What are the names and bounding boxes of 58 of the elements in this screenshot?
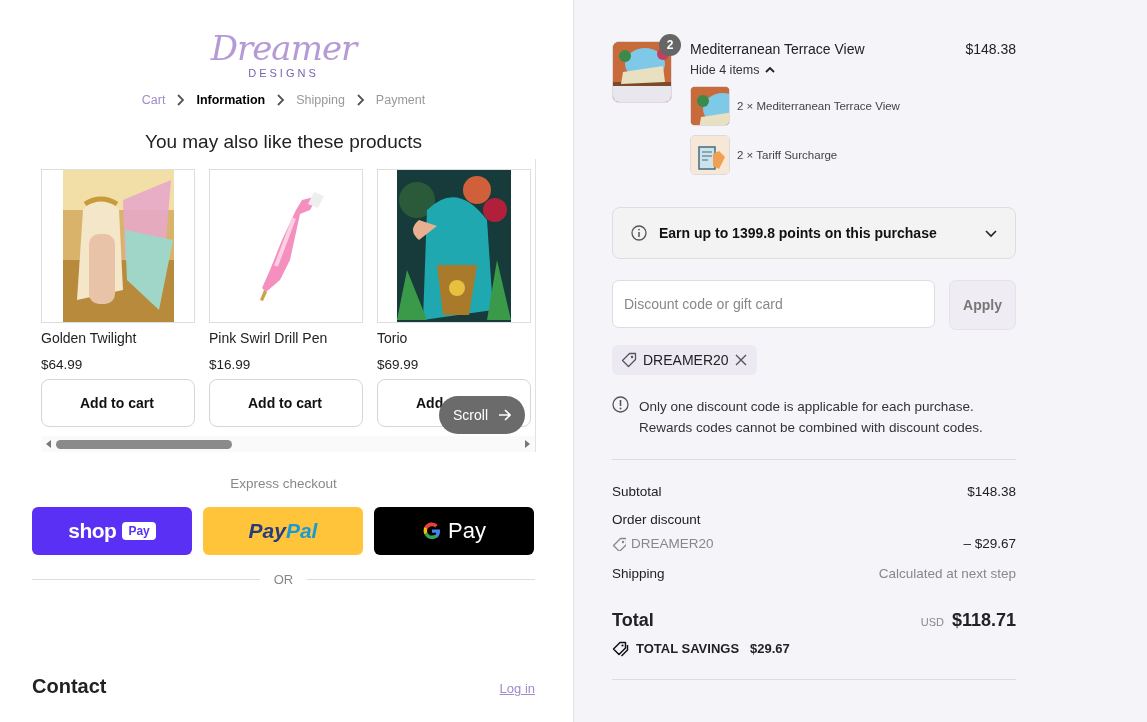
component-label: 2 × Tariff Surcharge [737,149,838,161]
arrow-right-icon [498,409,511,421]
total-value: $118.71 [951,610,1016,631]
tags-icon [612,640,629,657]
scroll-left-icon[interactable] [45,439,52,449]
product-price: $16.99 [209,357,252,372]
express-checkout-label: Express checkout [229,476,338,491]
notice-text: Only one discount code is applicable for each purchase. [639,398,975,416]
shop-pay-button[interactable]: shop Pay [32,507,192,555]
horizontal-scrollbar[interactable] [41,436,535,452]
close-icon [734,354,747,366]
summary-label: Shipping [612,566,665,581]
quantity-badge: 2 [659,34,681,56]
add-to-cart-button[interactable]: Add to cart [41,379,195,427]
chevron-right-icon [176,94,186,106]
logo-wordmark: Dreamer [210,30,357,66]
chevron-right-icon [276,94,286,106]
toggle-items-button[interactable]: Hide 4 items [690,63,776,77]
product-price: $69.99 [377,357,420,372]
chevron-right-icon [355,94,365,106]
google-g-icon [422,521,443,541]
breadcrumb-step[interactable]: Information [196,93,266,107]
component-label: 2 × Mediterranean Terrace View [737,100,900,112]
savings-value: $29.67 [750,641,790,656]
discount-code-field[interactable]: Discount code or gift card [612,280,935,328]
product-name: Torio [377,330,409,346]
item-title: Mediterranean Terrace View [690,41,865,57]
currency-label: USD [920,616,944,628]
product-name: Golden Twilight [41,330,138,346]
google-pay-button[interactable]: Pay [374,507,534,555]
rewards-panel[interactable]: Earn up to 1399.8 points on this purchase [612,207,1016,259]
chevron-up-icon [765,66,776,74]
discount-code: DREAMER20 [631,536,714,551]
total-label: Total [612,610,654,631]
scroll-right-icon[interactable] [524,439,531,449]
tag-icon [612,536,626,551]
product-name: Pink Swirl Drill Pen [209,330,329,346]
product-price: $64.99 [41,357,84,372]
alert-icon [612,396,629,413]
section-heading: You may also like these products [143,131,424,153]
remove-button[interactable] [734,354,747,366]
item-price: $148.38 [965,41,1016,57]
divider-label: OR [273,572,294,587]
info-icon [631,225,647,241]
add-to-cart-button[interactable]: Add to cart [209,379,363,427]
chevron-down-icon [985,228,997,238]
summary-label: Subtotal [612,484,662,499]
tag-icon [621,352,637,368]
paypal-button[interactable]: PayPal [203,507,363,555]
notice-text: Rewards codes cannot be combined with discount codes. [639,419,983,437]
summary-label: Order discount [612,512,701,527]
section-heading: Contact [32,675,107,698]
savings-label: TOTAL SAVINGS [636,641,740,656]
summary-value: Calculated at next step [878,566,1016,581]
logo-tagline: DESIGNS [248,67,319,79]
summary-value: $148.38 [967,484,1016,499]
summary-value: – $29.67 [963,536,1016,551]
discount-code: DREAMER20 [643,352,729,368]
